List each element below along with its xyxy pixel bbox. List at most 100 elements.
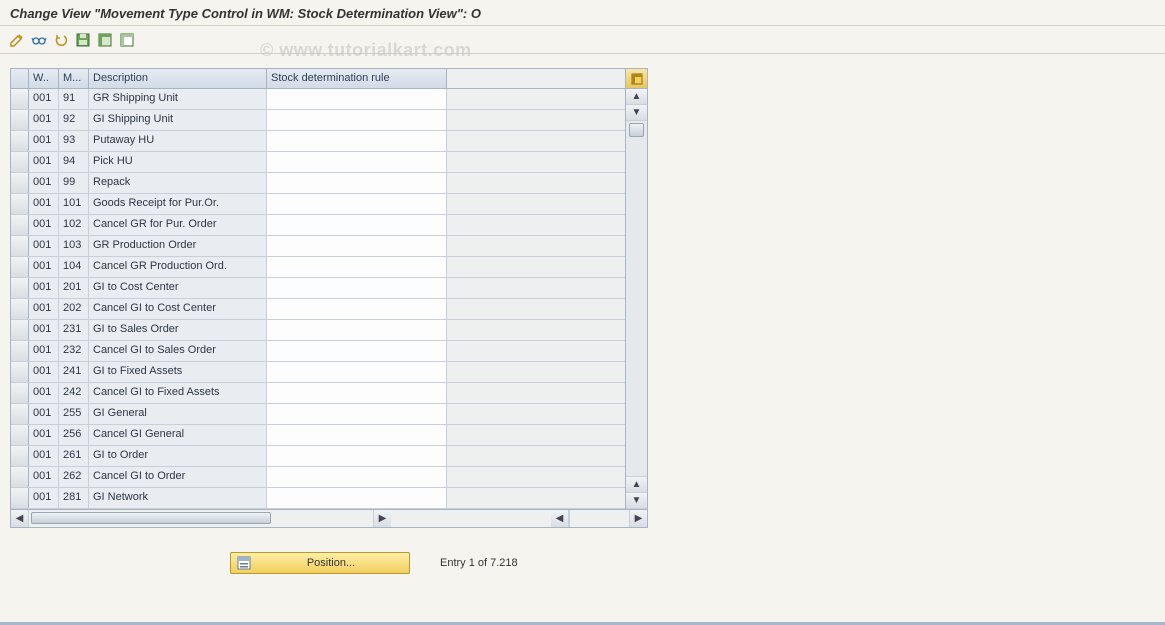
table-row[interactable]: 001231GI to Sales Order [11,320,625,341]
column-header-description[interactable]: Description [89,69,267,88]
row-selector[interactable] [11,131,29,151]
row-selector[interactable] [11,341,29,361]
change-icon[interactable] [8,31,26,49]
cell-pad [447,257,625,277]
table-row[interactable]: 00193Putaway HU [11,131,625,152]
row-selector[interactable] [11,425,29,445]
cell-pad [447,278,625,298]
row-selector[interactable] [11,446,29,466]
hscroll-track[interactable] [29,510,373,527]
cell-rule[interactable] [267,320,447,340]
table-row[interactable]: 001242Cancel GI to Fixed Assets [11,383,625,404]
header-selector[interactable] [11,69,29,88]
row-selector[interactable] [11,152,29,172]
table-row[interactable]: 001102Cancel GR for Pur. Order [11,215,625,236]
cell-rule[interactable] [267,173,447,193]
cell-pad [447,341,625,361]
row-selector[interactable] [11,320,29,340]
cell-rule[interactable] [267,488,447,508]
cell-rule[interactable] [267,425,447,445]
table-row[interactable]: 001202Cancel GI to Cost Center [11,299,625,320]
table-row[interactable]: 001232Cancel GI to Sales Order [11,341,625,362]
cell-rule[interactable] [267,362,447,382]
cell-w: 001 [29,257,59,277]
column-header-m[interactable]: M... [59,69,89,88]
scroll-track[interactable] [626,121,647,477]
cell-rule[interactable] [267,110,447,130]
table-row[interactable]: 001241GI to Fixed Assets [11,362,625,383]
cell-rule[interactable] [267,299,447,319]
cell-rule[interactable] [267,341,447,361]
cell-description: Cancel GR Production Ord. [89,257,267,277]
scroll-down-button[interactable]: ▼ [626,493,647,509]
row-selector[interactable] [11,404,29,424]
row-selector[interactable] [11,257,29,277]
row-selector[interactable] [11,383,29,403]
table-row[interactable]: 001104Cancel GR Production Ord. [11,257,625,278]
table-row[interactable]: 001101Goods Receipt for Pur.Or. [11,194,625,215]
row-selector[interactable] [11,467,29,487]
column-header-w[interactable]: W.. [29,69,59,88]
row-selector[interactable] [11,194,29,214]
cell-pad [447,383,625,403]
deselect-all-icon[interactable] [118,31,136,49]
cell-w: 001 [29,383,59,403]
scroll-thumb[interactable] [629,123,644,137]
column-header-rule[interactable]: Stock determination rule [267,69,447,88]
cell-w: 001 [29,362,59,382]
hscroll2-right-button[interactable]: ▶ [629,510,647,527]
cell-m: 102 [59,215,89,235]
cell-rule[interactable] [267,383,447,403]
cell-rule[interactable] [267,152,447,172]
hscroll2-track[interactable] [569,510,629,527]
row-selector[interactable] [11,299,29,319]
table-settings-icon[interactable] [626,69,647,89]
cell-rule[interactable] [267,257,447,277]
scroll-up-end-button[interactable]: ▲ [626,477,647,493]
cell-rule[interactable] [267,278,447,298]
cell-pad [447,467,625,487]
hscroll-left-button[interactable]: ◀ [11,510,29,527]
cell-rule[interactable] [267,236,447,256]
hscroll-gap [391,510,551,527]
glasses-icon[interactable] [30,31,48,49]
cell-rule[interactable] [267,404,447,424]
table-row[interactable]: 001281GI Network [11,488,625,509]
table-row[interactable]: 001256Cancel GI General [11,425,625,446]
row-selector[interactable] [11,278,29,298]
cell-rule[interactable] [267,467,447,487]
row-selector[interactable] [11,236,29,256]
cell-pad [447,173,625,193]
cell-rule[interactable] [267,89,447,109]
hscroll-thumb[interactable] [31,512,271,524]
table-row[interactable]: 001262Cancel GI to Order [11,467,625,488]
save-icon[interactable] [74,31,92,49]
cell-description: GI to Sales Order [89,320,267,340]
table-row[interactable]: 00191GR Shipping Unit [11,89,625,110]
table-row[interactable]: 00194Pick HU [11,152,625,173]
row-selector[interactable] [11,173,29,193]
scroll-up-button[interactable]: ▲ [626,89,647,105]
cell-rule[interactable] [267,446,447,466]
select-all-icon[interactable] [96,31,114,49]
table-row[interactable]: 00199Repack [11,173,625,194]
row-selector[interactable] [11,488,29,508]
row-selector[interactable] [11,110,29,130]
table-row[interactable]: 001201GI to Cost Center [11,278,625,299]
table-row[interactable]: 001103GR Production Order [11,236,625,257]
position-button[interactable]: Position... [230,552,410,574]
row-selector[interactable] [11,215,29,235]
hscroll-right-button[interactable]: ▶ [373,510,391,527]
cell-w: 001 [29,89,59,109]
table-row[interactable]: 001255GI General [11,404,625,425]
cell-rule[interactable] [267,194,447,214]
cell-rule[interactable] [267,215,447,235]
table-row[interactable]: 001261GI to Order [11,446,625,467]
hscroll2-left-button[interactable]: ◀ [551,510,569,527]
undo-icon[interactable] [52,31,70,49]
row-selector[interactable] [11,89,29,109]
row-selector[interactable] [11,362,29,382]
table-row[interactable]: 00192GI Shipping Unit [11,110,625,131]
scroll-down-step-button[interactable]: ▼ [626,105,647,121]
cell-rule[interactable] [267,131,447,151]
